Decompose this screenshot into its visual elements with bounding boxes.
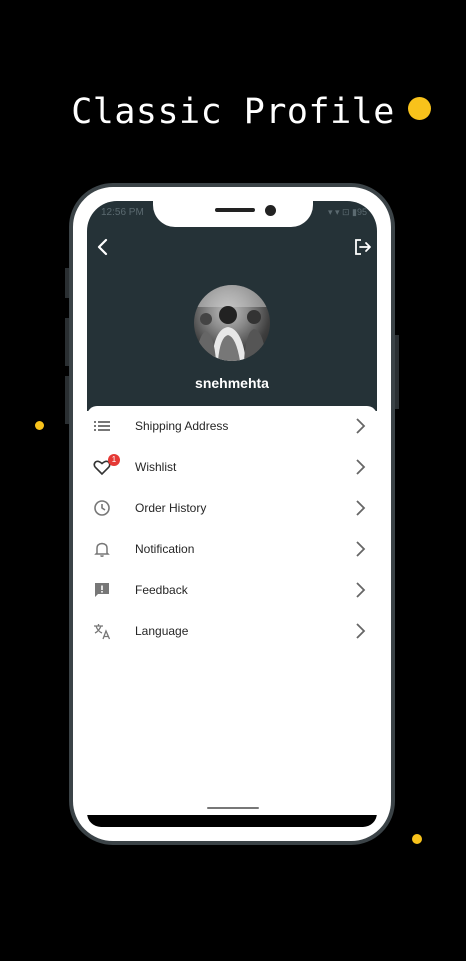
translate-icon <box>94 624 111 640</box>
menu-item-label: Shipping Address <box>135 419 229 433</box>
menu-item-label: Order History <box>135 501 207 515</box>
promo-title: Classic Profile <box>71 92 395 132</box>
wishlist-count-badge: 1 <box>108 454 120 466</box>
phone-power-button <box>395 335 399 409</box>
chevron-right-icon <box>356 582 366 598</box>
feedback-icon <box>95 583 109 597</box>
menu-item-wishlist[interactable]: 1 Wishlist <box>87 447 377 488</box>
profile-header: 12:56 PM ▾ ▾ ⊡ ▮95 snehmehta <box>87 201 377 411</box>
menu-item-order-history[interactable]: Order History <box>87 488 377 529</box>
menu-item-shipping-address[interactable]: Shipping Address <box>87 406 377 447</box>
home-indicator[interactable] <box>207 807 259 809</box>
menu-item-label: Notification <box>135 542 195 556</box>
chevron-right-icon <box>356 418 366 434</box>
avatar[interactable] <box>194 285 270 361</box>
menu-item-label: Language <box>135 624 189 638</box>
profile-username: snehmehta <box>195 375 269 391</box>
logout-icon[interactable] <box>353 237 373 257</box>
chevron-right-icon <box>356 500 366 516</box>
list-icon <box>94 421 110 431</box>
clock-icon <box>94 500 110 516</box>
status-time: 12:56 PM <box>101 207 144 218</box>
bell-icon <box>94 542 110 557</box>
app-screen: 12:56 PM ▾ ▾ ⊡ ▮95 snehmehta Shipping Ad… <box>87 201 377 827</box>
back-arrow-icon[interactable] <box>93 237 113 257</box>
decor-dot-left <box>35 421 44 430</box>
menu-item-feedback[interactable]: Feedback <box>87 570 377 611</box>
menu-item-notification[interactable]: Notification <box>87 529 377 570</box>
status-icons: ▾ ▾ ⊡ ▮95 <box>327 207 367 217</box>
decor-dot-bottom <box>412 834 422 844</box>
phone-bottom-bezel <box>87 815 377 827</box>
phone-notch <box>153 201 313 227</box>
speaker-grille <box>215 208 255 212</box>
chevron-right-icon <box>356 459 366 475</box>
chevron-right-icon <box>356 541 366 557</box>
menu-item-language[interactable]: Language <box>87 611 377 652</box>
menu-item-label: Feedback <box>135 583 188 597</box>
profile-menu: Shipping Address 1 Wishlist Order Histor… <box>87 406 377 827</box>
decor-dot-large <box>408 97 431 120</box>
chevron-right-icon <box>356 623 366 639</box>
avatar-photo-icon <box>194 285 270 361</box>
menu-item-label: Wishlist <box>135 460 177 474</box>
phone-frame: 12:56 PM ▾ ▾ ⊡ ▮95 snehmehta Shipping Ad… <box>69 183 395 845</box>
front-camera <box>265 205 276 216</box>
